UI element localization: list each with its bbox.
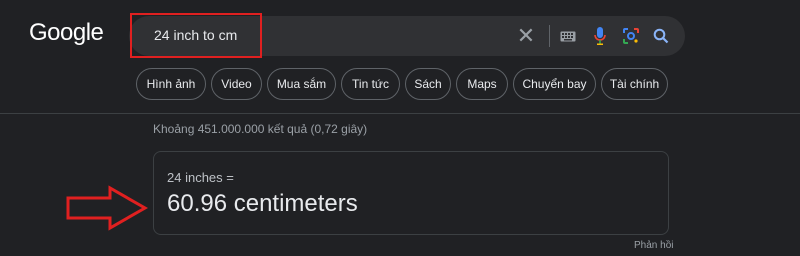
chip-news[interactable]: Tin tức: [341, 68, 400, 100]
result-stats: Khoảng 451.000.000 kết quả (0,72 giây): [153, 122, 368, 136]
chip-shopping[interactable]: Mua sắm: [267, 68, 336, 100]
search-icon[interactable]: [650, 25, 672, 47]
red-arrow-annotation: [66, 185, 148, 231]
query-highlight-box: [130, 13, 262, 58]
clear-icon[interactable]: ✕: [515, 25, 537, 47]
chip-books[interactable]: Sách: [405, 68, 451, 100]
chip-maps[interactable]: Maps: [456, 68, 508, 100]
keyboard-icon[interactable]: [557, 25, 579, 47]
google-logo[interactable]: Google: [29, 19, 104, 47]
chip-flights[interactable]: Chuyển bay: [513, 68, 596, 100]
search-separator: [549, 25, 550, 47]
header-divider: [0, 113, 800, 114]
chip-video[interactable]: Video: [211, 68, 262, 100]
converter-from: 24 inches =: [167, 170, 234, 185]
feedback-link[interactable]: Phản hồi: [634, 240, 673, 251]
chip-images[interactable]: Hình ảnh: [136, 68, 206, 100]
unit-converter-card: 24 inches = 60.96 centimeters: [153, 151, 669, 235]
chip-finance[interactable]: Tài chính: [601, 68, 668, 100]
converter-result: 60.96 centimeters: [167, 190, 358, 217]
mic-icon[interactable]: [589, 25, 611, 47]
lens-icon[interactable]: [620, 25, 642, 47]
